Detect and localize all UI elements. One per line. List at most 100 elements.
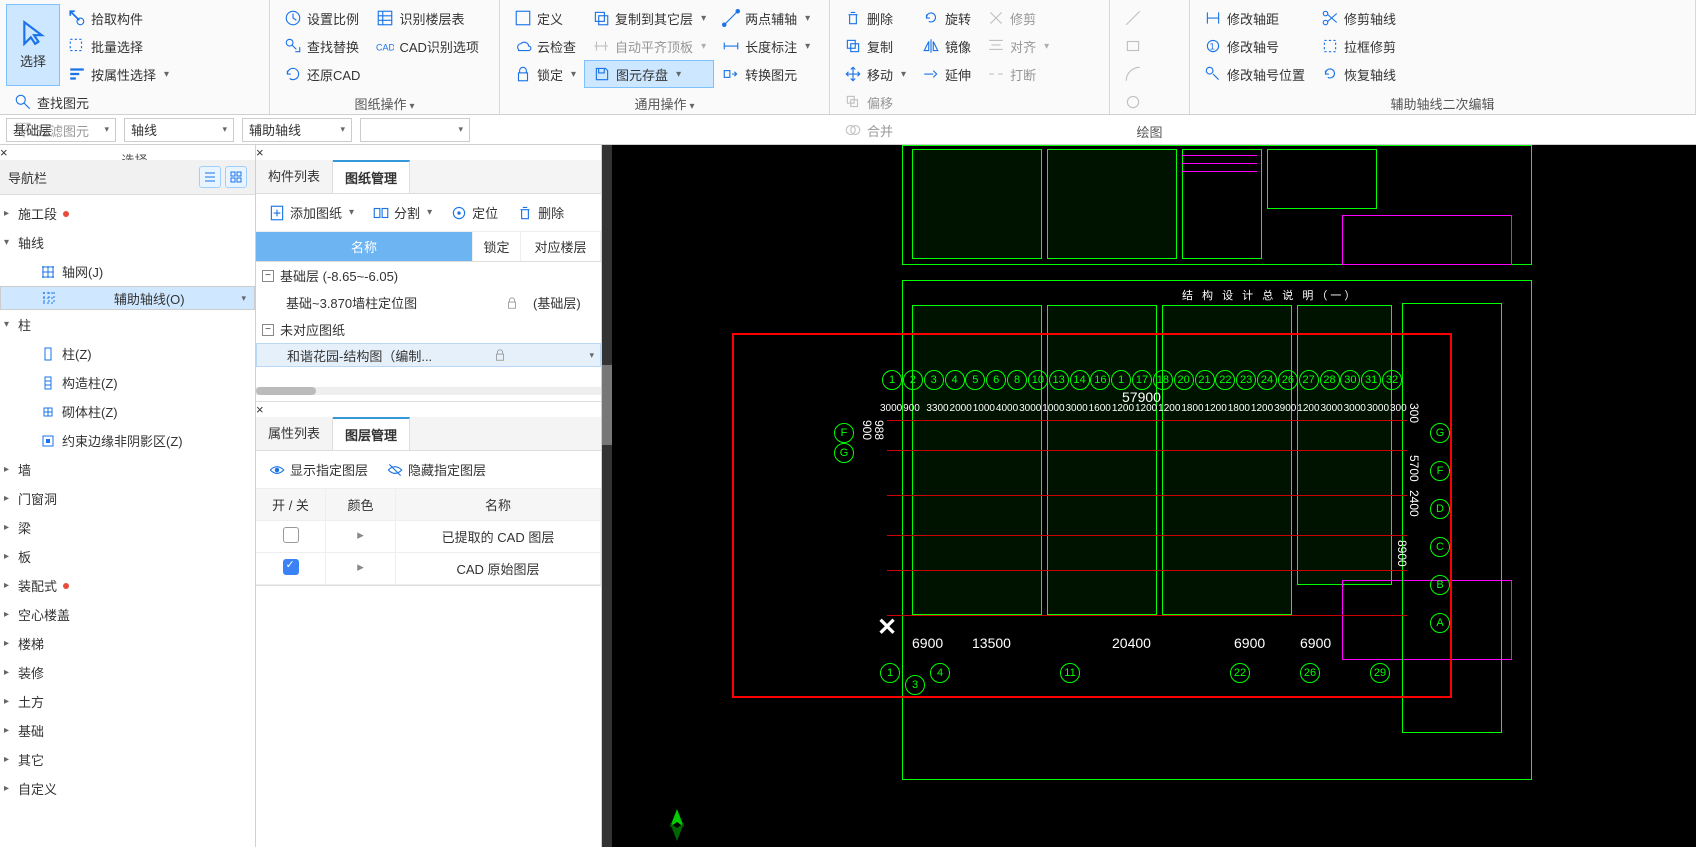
middle-panel: × 构件列表 图纸管理 添加图纸 分割 定位 删除 名称 锁定 对应楼层 −基础… (256, 145, 602, 847)
save-element-button[interactable]: 图元存盘 (584, 60, 714, 88)
delete-button[interactable]: 删除 (836, 4, 914, 32)
tree-door[interactable]: 门窗洞 (0, 484, 255, 513)
rotate-button[interactable]: 旋转 (914, 4, 979, 32)
group-caption-drawing[interactable]: 图纸操作 (276, 88, 493, 117)
props-close-icon[interactable]: × (256, 402, 264, 417)
tree-col-qt[interactable]: 砌体柱(Z) (0, 397, 255, 426)
type-select[interactable]: 辅助轴线 (242, 118, 352, 142)
locate-button[interactable]: 定位 (444, 200, 504, 225)
tree-slab[interactable]: 板 (0, 542, 255, 571)
mod-axis-num-button[interactable]: 1修改轴号 (1196, 32, 1313, 60)
tree-assembly[interactable]: 装配式 (0, 571, 255, 600)
tree-axis[interactable]: 轴线 (0, 228, 255, 257)
move-button[interactable]: 移动 (836, 60, 914, 88)
list-item[interactable]: −未对应图纸 (256, 316, 601, 343)
tree-col-gz[interactable]: 构造柱(Z) (0, 368, 255, 397)
draw-line-button[interactable] (1116, 4, 1150, 32)
convert-element-button[interactable]: 转换图元 (714, 60, 818, 88)
cloud-check-button[interactable]: 云检查 (506, 32, 584, 60)
mod-axis-dist-button[interactable]: 修改轴距 (1196, 4, 1313, 32)
tree-other[interactable]: 其它 (0, 745, 255, 774)
show-layer-button[interactable]: 显示指定图层 (262, 457, 374, 482)
define-button[interactable]: 定义 (506, 4, 584, 32)
list-item[interactable]: 基础~3.870墙柱定位图(基础层) (256, 289, 601, 316)
tree-wall[interactable]: 墙 (0, 455, 255, 484)
batch-select-button[interactable]: 批量选择 (60, 32, 177, 60)
expand-icon[interactable]: ▸ (357, 527, 364, 542)
set-scale-button[interactable]: 设置比例 (276, 4, 368, 32)
tree-deco[interactable]: 装修 (0, 658, 255, 687)
offset-button[interactable]: 偏移 (836, 88, 901, 116)
tree-custom[interactable]: 自定义 (0, 774, 255, 803)
trim-button[interactable]: 修剪 (979, 4, 1057, 32)
restore-cad-button[interactable]: 还原CAD (276, 60, 368, 88)
auto-flat-button[interactable]: 自动平齐顶板 (584, 32, 714, 60)
filter-element-button[interactable]: 过滤图元 (6, 116, 97, 144)
complist-close-icon[interactable]: × (256, 145, 264, 160)
axis-marker: 21 (1195, 370, 1215, 390)
mod-axis-pos-button[interactable]: 修改轴号位置 (1196, 60, 1313, 88)
cad-icon: CAD (376, 37, 394, 55)
delete-drawing-button[interactable]: 删除 (510, 200, 570, 225)
canvas-scrollbar-v[interactable] (602, 145, 612, 847)
cad-canvas[interactable]: 结 构 设 计 总 说 明（一） 12345681013141611718202… (602, 145, 1696, 847)
restore-axis-button[interactable]: 恢复轴线 (1313, 60, 1404, 88)
table-row[interactable]: ▸ CAD 原始图层 (256, 553, 601, 585)
subtype-select[interactable] (360, 118, 470, 142)
tree-col-z[interactable]: 柱(Z) (0, 339, 255, 368)
tree-column[interactable]: 柱 (0, 310, 255, 339)
tree-foundation[interactable]: 基础 (0, 716, 255, 745)
select-button[interactable]: 选择 (6, 4, 60, 86)
drawing-list[interactable]: −基础层 (-8.65~-6.05) 基础~3.870墙柱定位图(基础层) −未… (256, 262, 601, 402)
two-point-axis-button[interactable]: 两点辅轴 (714, 4, 818, 32)
identify-floor-button[interactable]: 识别楼层表 (368, 4, 486, 32)
tree-col-ys[interactable]: 约束边缘非阴影区(Z) (0, 426, 255, 455)
align-button[interactable]: 对齐 (979, 32, 1057, 60)
copy-button[interactable]: 复制 (836, 32, 914, 60)
tree-earth[interactable]: 土方 (0, 687, 255, 716)
copy-to-layer-button[interactable]: 复制到其它层 (584, 4, 714, 32)
tab-layer-manage[interactable]: 图层管理 (333, 417, 410, 450)
find-element-button[interactable]: 查找图元 (6, 88, 97, 116)
expand-icon[interactable]: ▸ (357, 559, 364, 574)
tree-aux-axis[interactable]: 辅助轴线(O) (0, 286, 255, 310)
group-caption-common[interactable]: 通用操作 (506, 88, 823, 117)
length-dim-button[interactable]: 长度标注 (714, 32, 818, 60)
table-row[interactable]: ▸ 已提取的 CAD 图层 (256, 521, 601, 553)
category-select[interactable]: 轴线 (124, 118, 234, 142)
draw-rect-button[interactable] (1116, 32, 1150, 60)
list-item[interactable]: −基础层 (-8.65~-6.05) (256, 262, 601, 289)
merge-button[interactable]: 合并 (836, 116, 901, 144)
tab-component-list[interactable]: 构件列表 (256, 160, 333, 193)
tab-drawing-manage[interactable]: 图纸管理 (333, 160, 410, 193)
tree-stair[interactable]: 楼梯 (0, 629, 255, 658)
break-button[interactable]: 打断 (979, 60, 1057, 88)
layer-checkbox[interactable] (283, 527, 299, 543)
hide-layer-button[interactable]: 隐藏指定图层 (380, 457, 492, 482)
draw-arc-button[interactable] (1116, 60, 1150, 88)
tab-properties[interactable]: 属性列表 (256, 417, 333, 450)
tree-beam[interactable]: 梁 (0, 513, 255, 542)
lock-button[interactable]: 锁定 (506, 60, 584, 88)
cad-options-button[interactable]: CADCAD识别选项 (368, 32, 486, 60)
nav-close-icon[interactable]: × (0, 145, 8, 160)
box-trim-button[interactable]: 拉框修剪 (1313, 32, 1404, 60)
horizontal-scrollbar[interactable] (256, 387, 601, 395)
trim-axis-button[interactable]: 修剪轴线 (1313, 4, 1404, 32)
tree-construction[interactable]: 施工段 (0, 199, 255, 228)
draw-circle-button[interactable] (1116, 88, 1150, 116)
add-drawing-button[interactable]: 添加图纸 (262, 200, 360, 225)
layer-checkbox[interactable] (283, 559, 299, 575)
pick-component-button[interactable]: 拾取构件 (60, 4, 177, 32)
tree-axis-grid[interactable]: 轴网(J) (0, 257, 255, 286)
mirror-button[interactable]: 镜像 (914, 32, 979, 60)
nav-tree[interactable]: 施工段 轴线 轴网(J) 辅助轴线(O) 柱 柱(Z) 构造柱(Z) 砌体柱(Z… (0, 195, 255, 847)
find-replace-button[interactable]: 查找替换 (276, 32, 368, 60)
list-item[interactable]: 和谐花园-结构图（编制... (256, 343, 601, 367)
view-list-button[interactable] (199, 166, 221, 188)
view-card-button[interactable] (225, 166, 247, 188)
tree-hollow[interactable]: 空心楼盖 (0, 600, 255, 629)
select-by-property-button[interactable]: 按属性选择 (60, 60, 177, 88)
split-drawing-button[interactable]: 分割 (366, 200, 438, 225)
extend-button[interactable]: 延伸 (914, 60, 979, 88)
